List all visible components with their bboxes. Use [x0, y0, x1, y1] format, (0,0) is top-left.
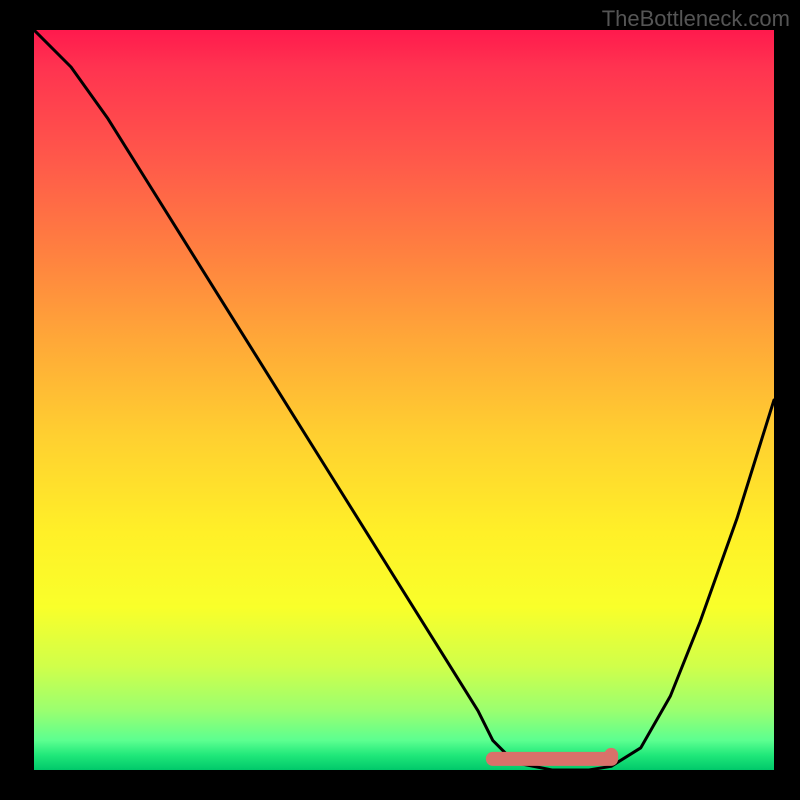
- watermark-text: TheBottleneck.com: [602, 6, 790, 32]
- chart-svg: [34, 30, 774, 770]
- bottleneck-curve: [34, 30, 774, 770]
- optimal-zone-end-dot: [604, 748, 618, 762]
- bottleneck-chart: [34, 30, 774, 770]
